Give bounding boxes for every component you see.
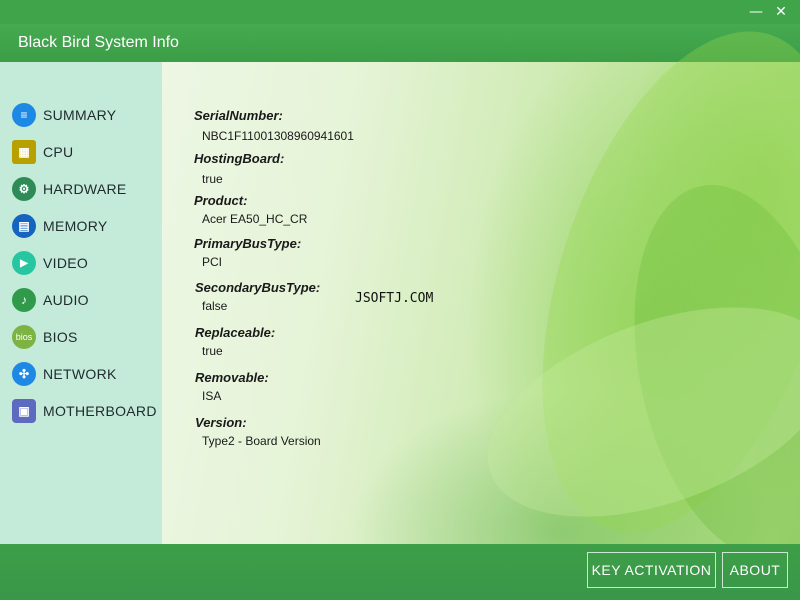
sidebar-item-cpu[interactable]: ▦ CPU <box>12 138 160 166</box>
memory-icon: ▤ <box>12 214 36 238</box>
motherboard-icon: ▣ <box>12 399 36 423</box>
bios-icon: bios <box>12 325 36 349</box>
footer-bar: KEY ACTIVATION ABOUT <box>0 544 800 600</box>
field-value-serial-number: NBC1F11001308960941601 <box>202 129 354 143</box>
sidebar-item-label: VIDEO <box>43 255 89 271</box>
field-label-version: Version: <box>195 415 247 430</box>
field-value-replaceable: true <box>202 344 223 358</box>
sidebar-item-memory[interactable]: ▤ MEMORY <box>12 212 160 240</box>
window-titlebar: — ✕ <box>0 0 800 24</box>
field-value-removable: ISA <box>202 389 222 403</box>
cpu-icon: ▦ <box>12 140 36 164</box>
sidebar-item-motherboard[interactable]: ▣ MOTHERBOARD <box>12 397 160 425</box>
sidebar-item-summary[interactable]: ≡ SUMMARY <box>12 101 160 129</box>
main-content: ≡ SUMMARY ▦ CPU ⚙ HARDWARE ▤ MEMORY ▶ VI… <box>0 0 800 579</box>
field-value-primary-bus-type: PCI <box>202 255 223 269</box>
field-label-replaceable: Replaceable: <box>195 325 276 340</box>
close-button[interactable]: ✕ <box>770 2 792 22</box>
field-value-hosting-board: true <box>202 172 223 186</box>
field-value-version: Type2 - Board Version <box>202 434 321 448</box>
field-label-hosting-board: HostingBoard: <box>194 151 285 166</box>
sidebar-item-label: BIOS <box>43 329 78 345</box>
sidebar-item-label: NETWORK <box>43 366 117 382</box>
sidebar-item-network[interactable]: ✣ NETWORK <box>12 360 160 388</box>
sidebar-item-audio[interactable]: ♪ AUDIO <box>12 286 160 314</box>
sidebar-item-label: AUDIO <box>43 292 89 308</box>
sidebar-item-label: MOTHERBOARD <box>43 403 157 419</box>
sidebar-item-hardware[interactable]: ⚙ HARDWARE <box>12 175 160 203</box>
hardware-icon: ⚙ <box>12 177 36 201</box>
sidebar-item-video[interactable]: ▶ VIDEO <box>12 249 160 277</box>
key-activation-button[interactable]: KEY ACTIVATION <box>587 552 716 588</box>
app-title: Black Bird System Info <box>18 34 179 51</box>
network-icon: ✣ <box>12 362 36 386</box>
sidebar-item-label: HARDWARE <box>43 181 127 197</box>
sidebar-item-bios[interactable]: bios BIOS <box>12 323 160 351</box>
field-label-product: Product: <box>194 193 248 208</box>
field-value-secondary-bus-type: false <box>202 299 228 313</box>
field-label-primary-bus-type: PrimaryBusType: <box>194 236 302 251</box>
field-label-serial-number: SerialNumber: <box>194 108 283 123</box>
sidebar: ≡ SUMMARY ▦ CPU ⚙ HARDWARE ▤ MEMORY ▶ VI… <box>0 62 162 544</box>
field-label-secondary-bus-type: SecondaryBusType: <box>195 280 321 295</box>
watermark-text: JSOFTJ.COM <box>355 291 434 306</box>
audio-icon: ♪ <box>12 288 36 312</box>
sidebar-item-label: CPU <box>43 144 74 160</box>
minimize-button[interactable]: — <box>745 2 767 22</box>
field-value-product: Acer EA50_HC_CR <box>202 212 308 226</box>
about-button[interactable]: ABOUT <box>722 552 788 588</box>
field-label-removable: Removable: <box>195 370 269 385</box>
summary-icon: ≡ <box>12 103 36 127</box>
video-icon: ▶ <box>12 251 36 275</box>
sidebar-item-label: SUMMARY <box>43 107 117 123</box>
sidebar-item-label: MEMORY <box>43 218 108 234</box>
app-header: Black Bird System Info <box>0 24 800 62</box>
